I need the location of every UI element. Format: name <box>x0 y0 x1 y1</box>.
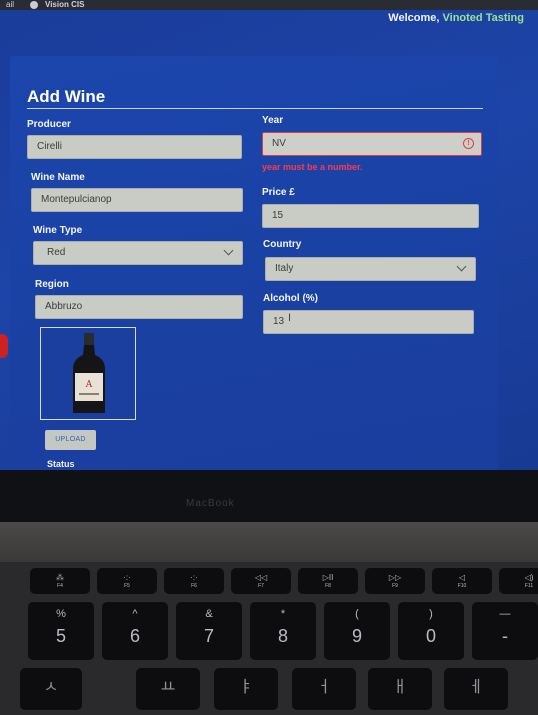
browser-tab-bar: ail Vision CIS <box>0 0 538 10</box>
number-key-shift-symbol: * <box>280 608 286 620</box>
function-key-symbol: ◁◁ <box>254 573 268 582</box>
side-indicator <box>0 334 8 358</box>
function-key-label: F7 <box>258 583 264 589</box>
function-key[interactable]: ·:· F6 <box>164 568 224 594</box>
text-cursor-icon: I <box>288 312 292 324</box>
number-key[interactable]: % 5 <box>28 602 94 660</box>
laptop-brand: MacBook <box>186 498 235 509</box>
welcome-prefix: Welcome, <box>388 12 440 24</box>
function-key[interactable]: ▷II F8 <box>298 568 358 594</box>
wine-name-field[interactable]: Montepulcianop <box>31 188 243 212</box>
function-key[interactable]: ·:· F5 <box>97 568 157 594</box>
chevron-down-icon <box>223 245 234 256</box>
tab-favicon-icon <box>30 1 38 9</box>
function-key-label: F9 <box>392 583 398 589</box>
key-e[interactable]: ㅑ <box>214 668 278 710</box>
function-key-label: F8 <box>325 583 331 589</box>
country-label: Country <box>263 239 302 250</box>
country-select[interactable]: Italy <box>265 257 476 281</box>
function-key-symbol: ·:· <box>190 573 198 582</box>
function-key[interactable]: ⁂ F4 <box>30 568 90 594</box>
function-key[interactable]: ◁ F10 <box>432 568 492 594</box>
key-r[interactable]: ㅓ <box>292 668 356 710</box>
year-error-message: year must be a number. <box>262 162 363 172</box>
function-key[interactable]: ▷▷ F9 <box>365 568 425 594</box>
page-title: Add Wine <box>27 87 106 106</box>
number-key-digit: 0 <box>425 626 436 646</box>
number-key-digit: 7 <box>203 626 214 646</box>
function-key-label: F6 <box>191 583 197 589</box>
producer-field[interactable]: Cirelli <box>27 135 242 159</box>
number-key-shift-symbol: % <box>56 608 66 620</box>
region-label: Region <box>35 279 69 290</box>
keyboard: ⁂ F4 ·:· F5 ·:· F6 ◁◁ F7 ▷II F8 ▷▷ F9 ◁ F10 ◁) F11 % 5 ^ 6… <box>0 562 538 715</box>
wine-type-label: Wine Type <box>33 225 83 236</box>
number-key-digit: 8 <box>277 626 288 646</box>
chevron-down-icon <box>456 261 467 272</box>
screen-bezel <box>0 470 538 522</box>
function-key-label: F10 <box>457 583 467 589</box>
function-key-label: F4 <box>57 583 63 589</box>
year-value: NV <box>272 138 286 149</box>
wine-image-preview: A <box>40 327 136 420</box>
region-field[interactable]: Abbruzo <box>35 295 243 319</box>
number-key-digit: 5 <box>55 626 66 646</box>
function-key-symbol: ▷II <box>322 573 334 582</box>
user-name-link[interactable]: Vinoted Tasting <box>443 12 525 24</box>
number-key[interactable]: * 8 <box>250 602 316 660</box>
function-key-label: F11 <box>524 583 534 589</box>
welcome-message: Welcome, Vinoted Tasting <box>388 12 524 24</box>
alcohol-label: Alcohol (%) <box>263 293 318 304</box>
key-q[interactable]: ㅅ <box>20 668 82 710</box>
error-icon: ! <box>463 138 474 149</box>
status-label: Status <box>47 459 75 469</box>
number-key[interactable]: — - <box>472 602 538 660</box>
function-key-symbol: ◁) <box>524 573 534 582</box>
function-key-symbol: ⁂ <box>56 573 64 582</box>
number-key-shift-symbol: ( <box>355 608 359 620</box>
laptop-screen: ail Vision CIS Welcome, Vinoted Tasting … <box>0 0 538 470</box>
browser-tab-title[interactable]: Vision CIS <box>45 0 84 10</box>
key-y[interactable]: ㅔ <box>444 668 508 710</box>
function-key-label: F5 <box>124 583 130 589</box>
os-label: ail <box>6 0 15 9</box>
wine-type-value: Red <box>47 247 66 258</box>
year-field[interactable]: NV ! <box>262 132 482 156</box>
function-key-symbol: ▷▷ <box>388 573 402 582</box>
number-key-digit: 6 <box>129 626 140 646</box>
number-key[interactable]: ^ 6 <box>102 602 168 660</box>
function-key-symbol: ◁ <box>458 573 466 582</box>
key-w[interactable]: ㅛ <box>136 668 200 710</box>
number-key[interactable]: & 7 <box>176 602 242 660</box>
year-label: Year <box>262 115 284 126</box>
wine-bottle-icon: A <box>73 333 105 413</box>
number-key-shift-symbol: ) <box>429 608 433 620</box>
title-divider <box>27 108 483 109</box>
number-key[interactable]: ) 0 <box>398 602 464 660</box>
function-key[interactable]: ◁) F11 <box>499 568 538 594</box>
number-key-digit: - <box>502 626 508 646</box>
number-key-digit: 9 <box>351 626 362 646</box>
upload-button[interactable]: UPLOAD <box>45 430 96 450</box>
producer-label: Producer <box>27 119 71 130</box>
wine-type-select[interactable]: Red <box>33 241 243 265</box>
alcohol-field[interactable]: 13 <box>263 310 474 334</box>
number-key-shift-symbol: — <box>499 608 511 620</box>
function-key-symbol: ·:· <box>123 573 131 582</box>
country-value: Italy <box>275 263 294 274</box>
number-key[interactable]: (9 <box>324 602 390 660</box>
number-key-shift-symbol: & <box>205 608 213 620</box>
svg-text:A: A <box>85 380 93 390</box>
laptop-hinge <box>0 522 538 562</box>
price-label: Price £ <box>262 187 295 198</box>
price-field[interactable]: 15 <box>262 204 479 228</box>
wine-name-label: Wine Name <box>31 172 85 183</box>
number-key-shift-symbol: ^ <box>132 608 138 620</box>
function-key[interactable]: ◁◁ F7 <box>231 568 291 594</box>
key-t[interactable]: ㅐ <box>368 668 432 710</box>
